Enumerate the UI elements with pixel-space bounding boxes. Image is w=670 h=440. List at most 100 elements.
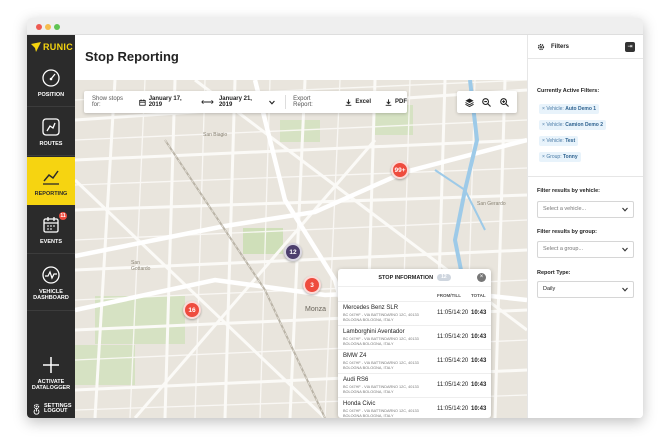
col-header-total: TOTAL: [471, 293, 486, 298]
logout-label: LOGOUT: [44, 408, 68, 414]
app-window: RUNIC POSITION ROUTES REPORTING 11 EVENT…: [27, 18, 643, 418]
map-cluster[interactable]: 16: [183, 301, 201, 319]
map-label-san-biagio: San Biagio: [203, 132, 228, 138]
show-stops-label: Show stops for:: [92, 96, 124, 108]
active-filters-title: Currently Active Filters:: [537, 88, 600, 94]
sidebar-item-label: EVENTS: [39, 239, 62, 245]
stop-address: BC 047HF - VIA BATTINDARNO 12C, 40133 BO…: [343, 409, 419, 418]
stop-row[interactable]: Mercedes Benz SLR BC 047HF - VIA BATTIND…: [338, 301, 491, 325]
group-select[interactable]: Select a group...: [537, 241, 634, 258]
stop-vehicle-name: Audi RS6: [343, 377, 369, 383]
report-type-label: Report Type:: [537, 270, 571, 276]
chip-value: Test: [565, 138, 576, 144]
stop-from-till: 11:05/14:20: [437, 382, 469, 388]
stop-from-till: 11:05/14:20: [437, 310, 469, 316]
map-label-gottardo: San Gottardo: [131, 260, 151, 272]
chip-key: Group:: [546, 154, 562, 160]
toolbar-divider: [285, 95, 287, 109]
stop-total: 10:43: [471, 310, 487, 316]
sidebar-item-routes[interactable]: ROUTES: [27, 108, 75, 156]
power-icon: [33, 407, 40, 415]
vehicle-filter-label: Filter results by vehicle:: [537, 188, 600, 194]
filter-chip[interactable]: × Group: Tonny: [539, 152, 581, 162]
col-header-fromtill: FROM/TILL: [437, 293, 461, 298]
filters-divider: [528, 176, 643, 177]
filters-title: Filters: [551, 43, 570, 50]
stop-row[interactable]: Honda Civic BC 047HF - VIA BATTINDARNO 1…: [338, 397, 491, 418]
close-window-button[interactable]: [36, 24, 42, 30]
date-to-picker[interactable]: January 21, 2019: [219, 96, 278, 108]
vehicle-select[interactable]: Select a vehicle...: [537, 201, 634, 218]
brand-logo[interactable]: RUNIC: [31, 40, 73, 54]
sidebar-item-vehicle-dashboard[interactable]: VEHICLE DASHBOARD: [27, 255, 75, 311]
report-toolbar: Show stops for: January 17, 2019 ⟷ Janua…: [84, 91, 407, 113]
stop-address: BC 047HF - VIA BATTINDARNO 12C, 40133 BO…: [343, 361, 419, 370]
map-cluster[interactable]: 12: [284, 243, 302, 261]
chevron-down-icon: [622, 287, 628, 292]
layers-icon[interactable]: [465, 97, 474, 107]
sidebar-item-label: POSITION: [37, 92, 65, 98]
route-icon: [40, 116, 62, 138]
events-badge: 11: [59, 212, 67, 220]
chip-key: Vehicle:: [546, 122, 564, 128]
chevron-down-icon: [622, 247, 628, 252]
stop-from-till: 11:05/14:20: [437, 406, 469, 412]
stop-info-header: STOP INFORMATION 12: [338, 269, 491, 287]
date-from-value: January 17, 2019: [148, 96, 182, 108]
date-from-picker[interactable]: January 17, 2019: [139, 96, 196, 108]
sidebar-item-reporting[interactable]: REPORTING: [27, 157, 75, 205]
map-cluster[interactable]: 99+: [391, 161, 409, 179]
map-label-gerardo: San Gerardo: [477, 201, 506, 207]
stop-total: 10:43: [471, 334, 487, 340]
zoom-out-icon[interactable]: [482, 97, 492, 107]
filters-panel: Filters ⇥ Currently Active Filters: × Ve…: [527, 35, 643, 418]
filter-chip[interactable]: × Vehicle: Camion Demo 2: [539, 120, 607, 130]
stop-address: BC 047HF - VIA BATTINDARNO 12C, 40133 BO…: [343, 313, 419, 322]
chevron-down-icon: [622, 207, 628, 212]
maximize-window-button[interactable]: [54, 24, 60, 30]
map-controls: [457, 91, 517, 113]
pulse-icon: [40, 264, 62, 286]
map-cluster[interactable]: 3: [303, 276, 321, 294]
plus-icon: [40, 354, 62, 376]
logout-link[interactable]: LOGOUT: [27, 404, 75, 418]
stop-from-till: 11:05/14:20: [437, 358, 469, 364]
stop-row[interactable]: Lamborghini Aventador BC 047HF - VIA BAT…: [338, 325, 491, 349]
sidebar-item-activate-datalogger[interactable]: ACTIVATE DATALOGGER: [27, 347, 75, 397]
chip-key: Vehicle:: [546, 106, 564, 112]
stop-address: BC 047HF - VIA BATTINDARNO 12C, 40133 BO…: [343, 337, 419, 346]
collapse-filters-button[interactable]: ⇥: [625, 42, 635, 52]
date-range-arrow-icon: ⟷: [201, 96, 214, 107]
stop-information-panel: STOP INFORMATION 12 × FROM/TILL TOTAL Me…: [338, 269, 491, 418]
sidebar: RUNIC POSITION ROUTES REPORTING 11 EVENT…: [27, 35, 75, 418]
filter-chip[interactable]: × Vehicle: Auto Demo 1: [539, 104, 600, 114]
sidebar-item-events[interactable]: 11 EVENTS: [27, 206, 75, 254]
chip-value: Auto Demo 1: [565, 106, 597, 112]
zoom-in-icon[interactable]: [499, 97, 509, 107]
sidebar-item-label: REPORTING: [34, 190, 68, 197]
chip-key: Vehicle:: [546, 138, 564, 144]
chip-value: Tonny: [563, 154, 578, 160]
map-label-monza: Monza: [305, 306, 327, 313]
chip-value: Camion Demo 2: [565, 122, 604, 128]
stop-total: 10:43: [471, 406, 487, 412]
sidebar-item-position[interactable]: POSITION: [27, 59, 75, 107]
minimize-window-button[interactable]: [45, 24, 51, 30]
report-type-select[interactable]: Daily: [537, 281, 634, 298]
stop-info-title: STOP INFORMATION: [378, 274, 434, 281]
stop-vehicle-name: Honda Civic: [343, 401, 376, 407]
report-type-value: Daily: [543, 286, 556, 292]
export-excel-button[interactable]: Excel: [345, 98, 371, 106]
stop-from-till: 11:05/14:20: [437, 334, 469, 340]
vehicle-select-placeholder: Select a vehicle...: [543, 206, 587, 212]
calendar-icon: [139, 98, 146, 106]
pdf-label: PDF: [395, 99, 407, 105]
filter-chip[interactable]: × Vehicle: Test: [539, 136, 579, 146]
close-icon[interactable]: ×: [477, 273, 486, 282]
export-pdf-button[interactable]: PDF: [385, 98, 407, 106]
chevron-down-icon: [269, 100, 276, 105]
stop-row[interactable]: BMW Z4 BC 047HF - VIA BATTINDARNO 12C, 4…: [338, 349, 491, 373]
sidebar-item-label: VEHICLE DASHBOARD: [33, 289, 69, 301]
export-label: Export Report:: [293, 96, 313, 108]
stop-row[interactable]: Audi RS6 BC 047HF - VIA BATTINDARNO 12C,…: [338, 373, 491, 397]
